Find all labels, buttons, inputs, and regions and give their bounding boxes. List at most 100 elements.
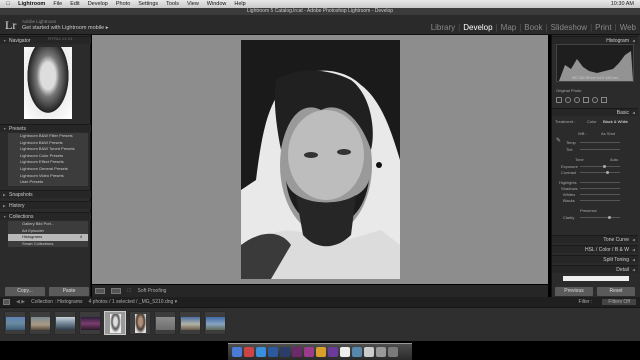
highlights-slider[interactable] — [580, 182, 620, 183]
notes-icon[interactable] — [340, 347, 350, 357]
menu-app[interactable]: Lightroom — [18, 1, 45, 7]
photoshop-icon[interactable] — [280, 347, 290, 357]
tone-curve-header[interactable]: Tone Curve — [552, 235, 638, 244]
collection-item[interactable]: Gallery Bild Port... — [8, 221, 88, 228]
preset-folder[interactable]: Lightroom Video Presets — [8, 173, 88, 180]
filmstrip-thumb[interactable] — [79, 311, 101, 335]
nav-arrows-icon[interactable]: ◀ ▶ — [16, 299, 25, 305]
blacks-slider[interactable] — [580, 200, 620, 201]
identity-plate-text[interactable]: Get started with Lightroom mobile ▸ — [22, 25, 109, 31]
main-photo[interactable] — [241, 40, 400, 279]
filmstrip-thumb[interactable] — [29, 311, 51, 335]
trash-icon[interactable] — [388, 347, 398, 357]
module-web[interactable]: Web — [620, 23, 636, 32]
preset-folder[interactable]: Lightroom Color Presets — [8, 153, 88, 160]
indesign-icon[interactable] — [304, 347, 314, 357]
adjustment-brush-icon[interactable] — [601, 97, 607, 103]
paste-button[interactable]: Paste — [49, 287, 89, 296]
history-header[interactable]: History — [0, 201, 91, 210]
whites-slider[interactable] — [580, 194, 620, 195]
before-after-icon[interactable] — [111, 288, 121, 294]
menu-develop[interactable]: Develop — [88, 1, 108, 7]
lightroom-icon[interactable] — [268, 347, 278, 357]
mail-icon[interactable] — [352, 347, 362, 357]
filmstrip-count[interactable]: 4 photos / 1 selected / _MG_5210.dng ▾ — [89, 299, 178, 305]
split-toning-header[interactable]: Split Toning — [552, 255, 638, 264]
collections-header[interactable]: Collections — [0, 212, 91, 221]
clarity-knob[interactable] — [608, 216, 611, 219]
detail-header[interactable]: Detail — [552, 265, 638, 274]
navigator-thumbnail[interactable] — [24, 47, 72, 119]
loupe-view-icon[interactable] — [95, 288, 105, 294]
collection-item-selected[interactable]: Histograms 4 — [8, 234, 88, 241]
shadows-slider[interactable] — [580, 188, 620, 189]
menu-file[interactable]: File — [53, 1, 62, 7]
contrast-knob[interactable] — [606, 171, 609, 174]
exposure-slider[interactable] — [580, 166, 620, 167]
wb-select[interactable]: As Shot — [601, 131, 615, 136]
filter-select[interactable]: Filters Off — [602, 299, 636, 305]
module-book[interactable]: Book — [524, 23, 542, 32]
spot-removal-icon[interactable] — [565, 97, 571, 103]
menu-help[interactable]: Help — [234, 1, 245, 7]
grid-view-icon[interactable] — [3, 299, 10, 305]
soft-proofing-label[interactable]: Soft Proofing — [137, 288, 166, 294]
temp-slider[interactable] — [580, 142, 620, 143]
filmstrip-thumb[interactable] — [154, 311, 176, 335]
finder-icon[interactable] — [232, 347, 242, 357]
illustrator-icon[interactable] — [316, 347, 326, 357]
filmstrip-thumb[interactable] — [179, 311, 201, 335]
safari-icon[interactable] — [256, 347, 266, 357]
treatment-bw[interactable]: Black & White — [603, 119, 628, 124]
preset-folder[interactable]: Lightroom B&W Toned Presets — [8, 146, 88, 153]
histogram-header[interactable]: Histogram — [552, 36, 638, 45]
eyedropper-icon[interactable]: ✎ — [556, 129, 561, 147]
hsl-header[interactable]: HSL / Color / B & W — [552, 245, 638, 254]
presets-header[interactable]: Presets — [0, 124, 91, 133]
preset-folder[interactable]: Lightroom B&W Presets — [8, 140, 88, 147]
previous-button[interactable]: Previous — [555, 287, 593, 296]
crop-tool-icon[interactable] — [556, 97, 562, 103]
radial-filter-icon[interactable] — [592, 97, 598, 103]
menu-photo[interactable]: Photo — [116, 1, 130, 7]
preset-folder[interactable]: User Presets — [8, 179, 88, 186]
system-prefs-icon[interactable] — [376, 347, 386, 357]
collection-item[interactable]: Art Episoder — [8, 228, 88, 235]
basic-header[interactable]: Basic — [552, 108, 638, 117]
menu-view[interactable]: View — [187, 1, 199, 7]
filmstrip-thumb[interactable] — [4, 311, 26, 335]
apple-icon[interactable]:  — [6, 1, 10, 7]
chrome-icon[interactable] — [244, 347, 254, 357]
snapshots-header[interactable]: Snapshots — [0, 190, 91, 199]
navigator-header[interactable]: Navigator — [0, 36, 91, 45]
preset-folder[interactable]: Lightroom General Presets — [8, 166, 88, 173]
filmstrip-thumb-selected[interactable] — [104, 311, 126, 335]
contrast-slider[interactable] — [580, 172, 620, 173]
menu-settings[interactable]: Settings — [138, 1, 158, 7]
filmstrip-source[interactable]: Collection : Histograms — [31, 299, 82, 305]
red-eye-icon[interactable] — [574, 97, 580, 103]
treatment-color[interactable]: Color — [587, 119, 597, 124]
module-library[interactable]: Library — [431, 23, 455, 32]
menu-tools[interactable]: Tools — [166, 1, 179, 7]
preset-folder[interactable]: Lightroom B&W Filter Presets — [8, 133, 88, 140]
module-map[interactable]: Map — [501, 23, 517, 32]
module-print[interactable]: Print — [595, 23, 611, 32]
original-photo-checkbox[interactable]: Original Photo — [556, 88, 581, 93]
after-effects-icon[interactable] — [328, 347, 338, 357]
reset-button[interactable]: Reset — [597, 287, 635, 296]
tone-auto-button[interactable]: Auto — [610, 157, 618, 162]
graduated-filter-icon[interactable] — [583, 97, 589, 103]
filmstrip-thumb[interactable] — [129, 311, 151, 335]
smart-collections[interactable]: Smart Collections — [8, 241, 88, 248]
clarity-slider[interactable] — [580, 217, 620, 218]
module-develop[interactable]: Develop — [463, 23, 492, 32]
preset-folder[interactable]: Lightroom Effect Presets — [8, 159, 88, 166]
navigator-zoom[interactable]: FIT FILL 1:1 3:1 — [48, 37, 73, 41]
exposure-knob[interactable] — [603, 165, 606, 168]
menu-edit[interactable]: Edit — [70, 1, 79, 7]
tint-slider[interactable] — [580, 149, 620, 150]
preview-icon[interactable] — [364, 347, 374, 357]
filmstrip-thumb[interactable] — [204, 311, 226, 335]
module-slideshow[interactable]: Slideshow — [551, 23, 587, 32]
